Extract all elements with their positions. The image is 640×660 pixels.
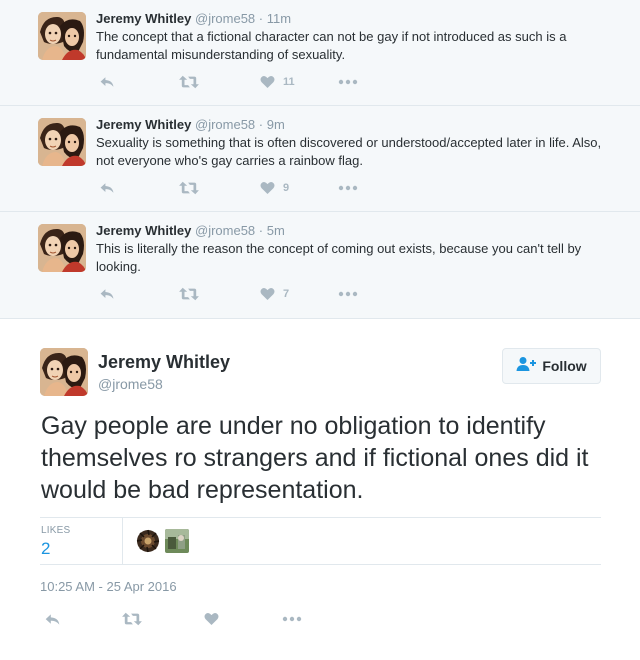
tweet-actions: 11 (96, 72, 396, 92)
tweet-timestamp[interactable]: 10:25 AM - 25 Apr 2016 (40, 579, 177, 594)
retweet-icon[interactable] (178, 178, 200, 198)
like-count: 9 (283, 182, 290, 194)
like-button[interactable]: 11 (260, 72, 295, 92)
likes-count[interactable]: 2 (41, 539, 50, 559)
tweet-header: Jeremy Whitley @jrome58 · 9m (96, 116, 624, 133)
stats-divider (122, 518, 123, 565)
reply-icon[interactable] (98, 178, 116, 198)
liker-avatar[interactable] (136, 529, 160, 553)
tweet-header: Jeremy Whitley @jrome58 · 5m (96, 222, 624, 239)
tweet-actions: 7 (96, 284, 396, 304)
likes-label[interactable]: LIKES (41, 525, 70, 536)
reply-tweet[interactable]: Jeremy Whitley @jrome58 · 11m The concep… (0, 0, 640, 106)
reply-icon[interactable] (98, 284, 116, 304)
like-count: 7 (283, 288, 290, 300)
author-handle[interactable]: @jrome58 (195, 117, 255, 132)
more-icon[interactable] (338, 284, 358, 304)
separator-dot: · (258, 223, 264, 238)
avatar[interactable] (38, 224, 86, 272)
more-icon[interactable] (338, 178, 358, 198)
main-tweet-text: Gay people are under no obligation to id… (41, 412, 589, 504)
follow-button[interactable]: Follow (502, 348, 601, 384)
reply-icon[interactable] (43, 609, 62, 629)
tweet-time[interactable]: 9m (267, 117, 285, 132)
tweet-stats: LIKES 2 (40, 517, 601, 565)
main-author-name[interactable]: Jeremy Whitley (98, 352, 230, 373)
tweet-time[interactable]: 5m (267, 223, 285, 238)
liker-avatar[interactable] (165, 529, 189, 553)
main-tweet-avatar[interactable] (40, 348, 88, 396)
tweet-header: Jeremy Whitley @jrome58 · 11m (96, 10, 624, 27)
tweet-text: Sexuality is something that is often dis… (96, 135, 602, 168)
author-handle[interactable]: @jrome58 (195, 223, 255, 238)
heart-icon[interactable] (204, 609, 219, 629)
author-name[interactable]: Jeremy Whitley (96, 117, 191, 132)
heart-icon (260, 287, 275, 301)
follow-label: Follow (542, 358, 587, 374)
tweet-time[interactable]: 11m (267, 11, 291, 26)
tweet-text: The concept that a fictional character c… (96, 29, 567, 62)
retweet-icon[interactable] (178, 284, 200, 304)
more-icon[interactable] (338, 72, 358, 92)
like-button[interactable]: 7 (260, 284, 289, 304)
separator-dot: · (258, 11, 264, 26)
conversation-thread: Jeremy Whitley @jrome58 · 11m The concep… (0, 0, 640, 319)
more-icon[interactable] (282, 609, 302, 629)
add-user-icon (516, 356, 537, 377)
author-name[interactable]: Jeremy Whitley (96, 223, 191, 238)
author-name[interactable]: Jeremy Whitley (96, 11, 191, 26)
reply-tweet[interactable]: Jeremy Whitley @jrome58 · 9m Sexuality i… (0, 106, 640, 212)
heart-icon (260, 181, 275, 195)
tweet-actions: 9 (96, 178, 396, 198)
author-handle[interactable]: @jrome58 (195, 11, 255, 26)
tweet-text: This is literally the reason the concept… (96, 241, 582, 274)
separator-dot: · (258, 117, 264, 132)
avatar[interactable] (38, 12, 86, 60)
reply-icon[interactable] (98, 72, 116, 92)
reply-tweet[interactable]: Jeremy Whitley @jrome58 · 5m This is lit… (0, 212, 640, 318)
like-count: 11 (283, 76, 295, 88)
like-button[interactable]: 9 (260, 178, 289, 198)
avatar[interactable] (38, 118, 86, 166)
retweet-icon[interactable] (121, 609, 143, 629)
main-author-handle[interactable]: @jrome58 (98, 376, 163, 392)
main-tweet-actions (40, 609, 340, 631)
heart-icon (260, 75, 275, 89)
retweet-icon[interactable] (178, 72, 200, 92)
